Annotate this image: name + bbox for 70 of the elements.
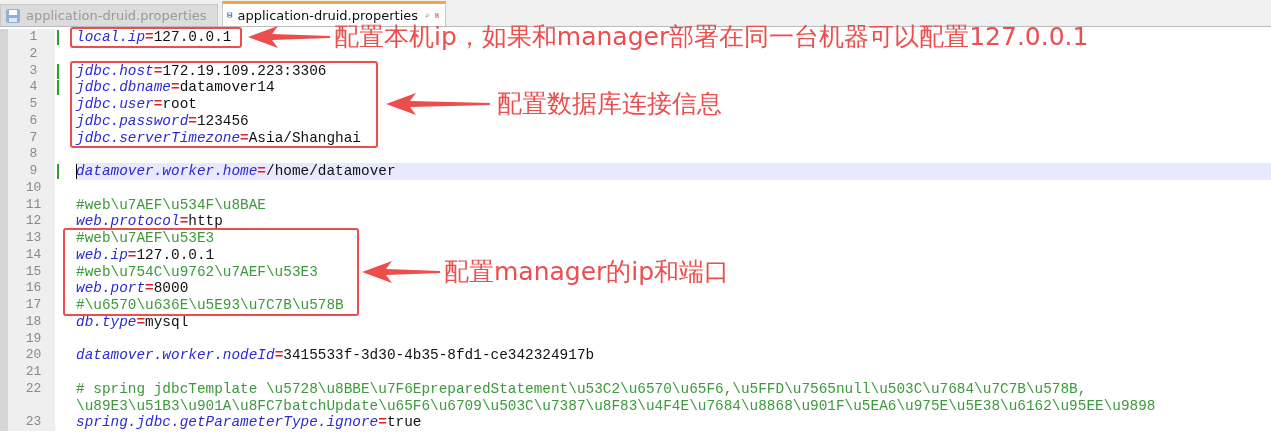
property-value: 123456 (196, 112, 249, 130)
property-key: web.protocol (76, 213, 180, 230)
comment-text: \u89E3\u51B3\u901A\u8FC7batchUpdate\u65F6\u6709\u503C\u7387\u8F83\u4F4E\u7684\u8868\u901F\u5EA6\u975E\u5E38\u6162\u95EE\u9898 (76, 397, 1156, 415)
property-key: web.ip (76, 246, 128, 264)
line-number: 8 (28, 146, 38, 163)
line-number: 13 (24, 230, 42, 247)
equals-sign: = (378, 414, 387, 431)
equals-sign: = (145, 280, 154, 297)
property-key: jdbc.user (76, 96, 154, 113)
line-number: 22 (24, 380, 42, 398)
equals-sign: = (179, 213, 189, 230)
property-value: Asia/Shanghai (248, 129, 361, 147)
line-number: 14 (24, 246, 42, 264)
equals-sign: = (127, 246, 137, 264)
equals-sign: = (153, 62, 163, 80)
property-key: spring.jdbc.getParameterType.ignore (76, 414, 379, 431)
equals-sign: = (136, 313, 146, 331)
property-key: jdbc.host (76, 62, 154, 80)
line-number: 10 (24, 179, 42, 197)
equals-sign: = (188, 112, 197, 130)
line-number: 16 (24, 280, 42, 297)
line-number: 19 (24, 330, 42, 348)
property-value: datamover14 (179, 79, 275, 96)
comment-text: #web\u754C\u9762\u7AEF\u53E3 (76, 263, 318, 281)
comment-text: #\u6570\u636E\u5E93\u7C7B\u578B (76, 297, 344, 314)
line-number: 9 (28, 163, 38, 180)
line-number: 18 (24, 313, 42, 331)
property-value: mysql (145, 313, 189, 331)
line-number: 6 (28, 112, 38, 130)
property-key: jdbc.password (76, 112, 189, 130)
equals-sign: = (240, 129, 249, 147)
property-value: 127.0.0.1 (136, 246, 215, 264)
line-number: 7 (28, 129, 38, 147)
line-number: 4 (28, 79, 38, 96)
property-value: http (188, 213, 223, 230)
comment-text: #web\u7AEF\u53E3 (76, 230, 215, 247)
line-number: 17 (24, 297, 42, 314)
property-key: jdbc.dbname (76, 79, 171, 96)
property-key: db.type (76, 313, 137, 331)
line-number: 3 (28, 62, 38, 80)
line-number: 20 (24, 347, 42, 364)
property-value: 8000 (153, 280, 189, 297)
property-value: /home/datamover (266, 163, 396, 180)
line-number: 5 (28, 96, 38, 113)
equals-sign: = (274, 347, 284, 364)
equals-sign: = (171, 79, 180, 96)
equals-sign: = (145, 29, 154, 46)
property-key: datamover.worker.nodeId (76, 347, 275, 364)
annotation-label: 配置数据库连接信息 (497, 88, 722, 121)
property-key: datamover.worker.home (76, 163, 258, 180)
line-number: 21 (24, 364, 42, 381)
property-value: root (162, 96, 197, 113)
comment-text: #web\u7AEF\u534F\u8BAE (76, 196, 266, 214)
line-number: 12 (24, 213, 42, 230)
line-number: 15 (24, 263, 42, 281)
property-key: jdbc.serverTimezone (76, 129, 241, 147)
property-key: local.ip (76, 29, 146, 46)
equals-sign: = (257, 163, 266, 180)
annotation-label: 配置manager的ip和端口 (444, 255, 730, 288)
line-number: 23 (24, 414, 42, 431)
line-number: 11 (24, 196, 42, 214)
property-value: 3415533f-3d30-4b35-8fd1-ce342324917b (283, 347, 595, 364)
equals-sign: = (153, 96, 163, 113)
comment-text: # spring jdbcTemplate \u5728\u8BBE\u7F6EpreparedStatement\u53C2\u6570\u65F6,\u5FFD\u7565null\u503C\u7684\u7C7B\u578B, (76, 380, 1088, 398)
property-value: 172.19.109.223:3306 (162, 62, 327, 80)
property-key: web.port (76, 280, 146, 297)
line-number: 1 (28, 29, 38, 46)
property-value: true (386, 414, 422, 431)
property-value: 127.0.0.1 (153, 29, 232, 46)
line-number: 2 (28, 45, 38, 63)
